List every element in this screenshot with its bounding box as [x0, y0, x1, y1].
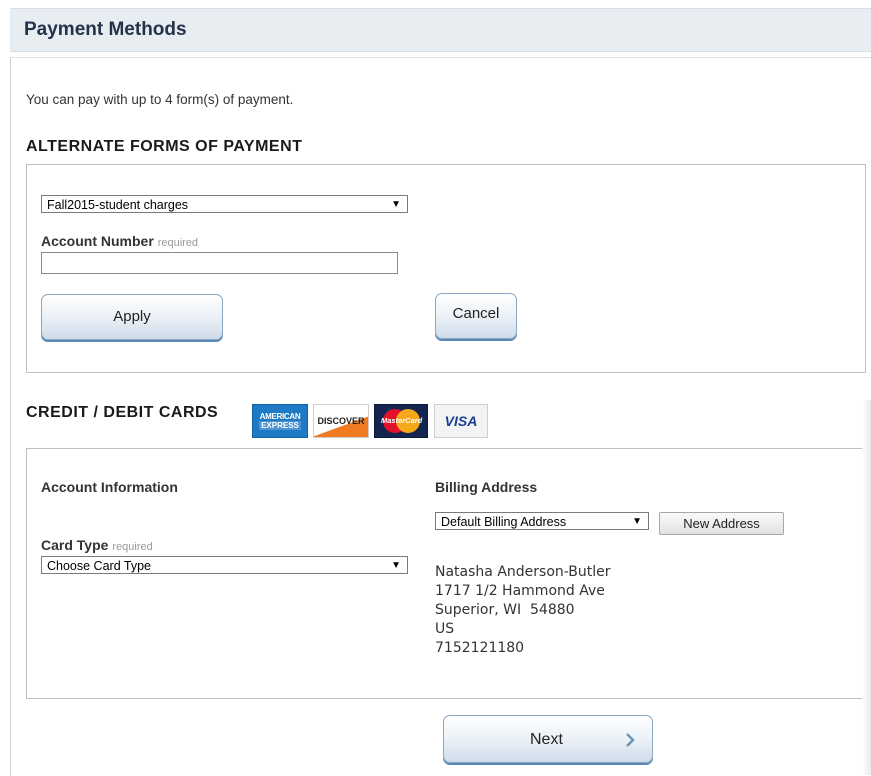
billing-address-block: Natasha Anderson-Butler 1717 1/2 Hammond… — [435, 563, 611, 658]
address-name: Natasha Anderson-Butler — [435, 564, 611, 580]
mastercard-logo-text: MasterCard — [381, 416, 423, 425]
page-header: Payment Methods — [10, 8, 871, 52]
discover-logo-text: DISCOVER — [317, 416, 365, 426]
page-title: Payment Methods — [24, 19, 187, 40]
page-edge-shadow — [862, 400, 871, 775]
account-number-input[interactable] — [41, 252, 398, 274]
amex-logo-line2: EXPRESS — [259, 421, 301, 430]
amex-logo-icon: AMERICAN EXPRESS — [252, 404, 308, 438]
billing-address-select-value: Default Billing Address — [441, 515, 567, 529]
address-street: 1717 1/2 Hammond Ave — [435, 583, 605, 599]
address-phone: 7152121180 — [435, 640, 525, 656]
required-hint: required — [157, 237, 199, 249]
payment-type-select-value: Fall2015-student charges — [47, 198, 189, 212]
apply-button[interactable]: Apply — [41, 294, 223, 340]
account-information-title: Account Information — [41, 479, 178, 495]
amex-logo-line1: AMERICAN — [259, 412, 301, 421]
account-number-label: Account Number required — [41, 233, 198, 249]
next-button-label: Next — [530, 731, 563, 748]
visa-logo-icon: VISA — [434, 404, 488, 438]
address-city: Superior, WI 54880 — [435, 602, 575, 618]
required-hint: required — [112, 541, 153, 553]
new-address-button[interactable]: New Address — [659, 512, 784, 535]
chevron-down-icon: ▼ — [391, 199, 401, 210]
chevron-down-icon: ▼ — [391, 560, 401, 571]
next-button[interactable]: Next — [443, 715, 653, 763]
card-type-label: Card Type required — [41, 537, 153, 553]
card-type-select[interactable]: Choose Card Type ▼ — [41, 556, 408, 574]
credit-card-box: Account Information Card Type required C… — [26, 448, 866, 699]
billing-address-title: Billing Address — [435, 479, 538, 495]
account-number-label-text: Account Number — [41, 233, 154, 249]
credit-debit-title: CREDIT / DEBIT CARDS — [26, 404, 219, 421]
chevron-right-icon — [626, 733, 635, 747]
mastercard-logo-icon: MasterCard — [374, 404, 428, 438]
cancel-button[interactable]: Cancel — [435, 293, 517, 339]
card-type-label-text: Card Type — [41, 537, 109, 553]
chevron-down-icon: ▼ — [632, 516, 642, 527]
intro-text: You can pay with up to 4 form(s) of paym… — [26, 92, 294, 107]
payment-type-select[interactable]: Fall2015-student charges ▼ — [41, 195, 408, 213]
alternate-payment-box: Fall2015-student charges ▼ Account Numbe… — [26, 164, 866, 373]
visa-logo-text: VISA — [444, 413, 478, 429]
alternate-payment-title: ALTERNATE FORMS OF PAYMENT — [26, 138, 303, 155]
address-country: US — [435, 621, 455, 637]
billing-address-select[interactable]: Default Billing Address ▼ — [435, 512, 649, 530]
card-type-select-value: Choose Card Type — [47, 559, 151, 573]
discover-logo-icon: DISCOVER — [313, 404, 369, 438]
